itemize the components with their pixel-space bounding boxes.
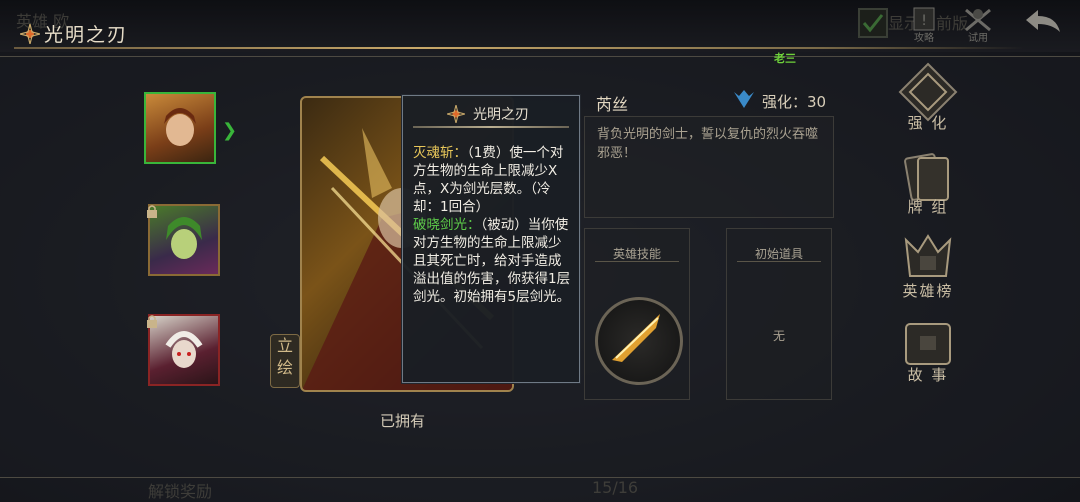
- tooltip-body: 灭魂斩：（1费）使一个对方生物的生命上限减少X点，X为剑光层数。（冷却：1回合）…: [413, 144, 573, 306]
- lock-icon: [147, 315, 157, 328]
- skill-tooltip: 光明之刃 灭魂斩：（1费）使一个对方生物的生命上限减少X点，X为剑光层数。（冷却…: [402, 95, 580, 383]
- guide-book-icon: !: [913, 7, 935, 31]
- trial-button[interactable]: 试用: [958, 4, 998, 44]
- tooltip-title: 光明之刃: [473, 107, 529, 123]
- hero-skill-button[interactable]: [595, 297, 683, 385]
- page-indicator: 15/16: [592, 478, 639, 497]
- hero-portrait-3[interactable]: [148, 314, 220, 386]
- strength-label: 强化：30: [762, 93, 827, 111]
- hero-skill-label: 英雄技能: [612, 247, 661, 261]
- starting-item-panel: 初始道具 无: [726, 228, 832, 400]
- hero-face-icon: [164, 108, 196, 146]
- hero-portrait-1[interactable]: [144, 92, 216, 164]
- show-current-checkbox[interactable]: [858, 8, 888, 38]
- sword-slash-icon: [612, 314, 660, 362]
- trial-label: 试用: [968, 33, 988, 44]
- story-label[interactable]: 故 事: [888, 364, 968, 385]
- panel-divider: [595, 261, 679, 262]
- panel-divider: [737, 261, 821, 262]
- title-divider: [14, 47, 1024, 49]
- skill1-name: 灭魂斩：: [413, 145, 467, 161]
- tooltip-divider: [413, 126, 569, 128]
- sun-emblem-icon: [20, 24, 40, 44]
- hero-description: 背负光明的剑士，誓以复仇的烈火吞噬邪恶！: [597, 127, 819, 161]
- portrait-view-button[interactable]: 立绘: [270, 334, 300, 388]
- checkmark-icon: [862, 14, 884, 33]
- hero-skill-panel: 英雄技能: [584, 228, 690, 400]
- trial-sword-icon: [965, 8, 991, 32]
- hero-face-icon: [165, 331, 203, 368]
- starting-item-value: 无: [772, 329, 785, 343]
- ranking-label[interactable]: 英雄榜: [888, 280, 968, 301]
- selected-arrow-icon: ❯: [222, 120, 238, 141]
- strength-indicator: 强化：30: [732, 88, 832, 112]
- lock-icon: [147, 205, 157, 218]
- strength-crest-icon: [734, 90, 754, 108]
- page-title: 光明之刃: [44, 24, 129, 46]
- guide-label: 攻略: [914, 33, 934, 44]
- hero-portrait-2[interactable]: [148, 204, 220, 276]
- rank-badge: 老三: [774, 52, 796, 65]
- hero-face-icon: [166, 217, 202, 259]
- guide-button[interactable]: ! 攻略: [904, 4, 944, 44]
- unlock-reward-ghost: 解锁奖励: [148, 482, 213, 501]
- hero-name: 芮丝: [596, 95, 629, 114]
- upgrade-label[interactable]: 强 化: [888, 112, 968, 133]
- hero-description-box: 背负光明的剑士，誓以复仇的烈火吞噬邪恶！: [584, 116, 834, 218]
- back-arrow-icon[interactable]: [1022, 6, 1064, 36]
- svg-text:!: !: [921, 13, 927, 29]
- starting-item-label: 初始道具: [754, 247, 803, 261]
- owned-status: 已拥有: [380, 412, 426, 430]
- skill2-name: 破晓剑光：: [413, 217, 481, 233]
- deck-label[interactable]: 牌 组: [888, 196, 968, 217]
